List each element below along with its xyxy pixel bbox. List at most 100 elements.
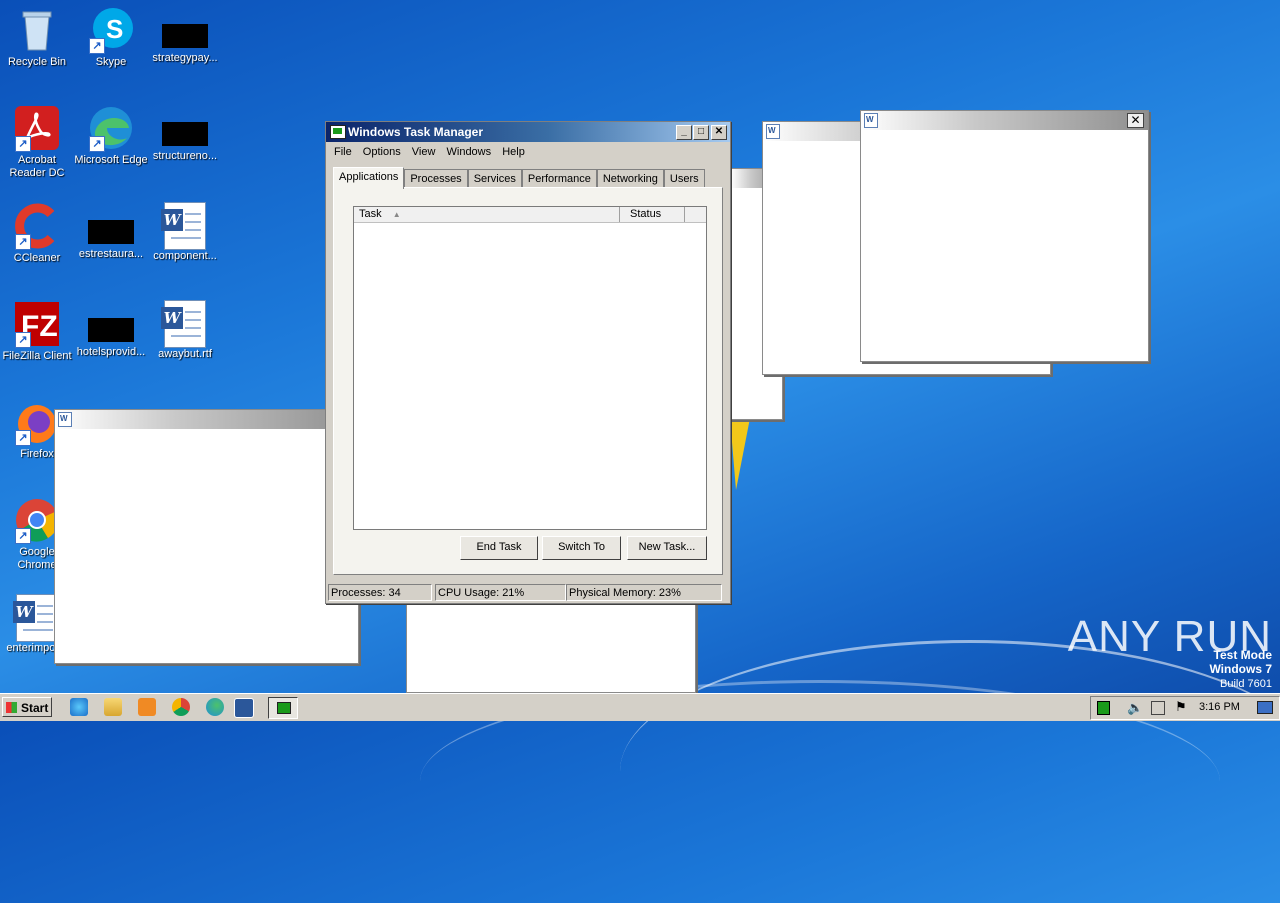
desktop-icon-label: FileZilla Client [2,350,72,362]
cpu-meter-icon[interactable] [1097,701,1110,715]
wallpaper-logo-fragment [730,418,750,490]
tab-performance[interactable]: Performance [521,169,597,188]
task-manager-icon [330,125,346,139]
background-window[interactable] [406,590,696,693]
status-processes: Processes: 34 [328,584,432,601]
desktop-icon-label: awaybut.rtf [158,348,212,360]
desktop-icon-label: estrestaura... [78,248,144,260]
desktop-icon-skype[interactable]: S ↗ Skype [74,6,148,69]
background-window[interactable]: ✕ [860,110,1149,362]
action-center-flag-icon[interactable]: ⚑ [1175,699,1187,715]
desktop-icon-ccleaner[interactable]: ↗ CCleaner [0,202,74,265]
media-player-icon[interactable] [138,698,156,716]
word-document-icon: W [13,594,58,642]
task-manager-taskbar-button[interactable] [268,697,298,719]
taskbar: Start 🔈 ⚑ 3:16 PM [0,693,1280,721]
menu-help[interactable]: Help [502,146,525,158]
sort-ascending-icon: ▲ [392,210,401,219]
desktop-icon-label: Acrobat Reader DC [9,154,65,179]
skype-icon: S ↗ [87,6,135,54]
redacted-file-icon [162,24,208,48]
word-taskbar-icon[interactable] [234,698,254,718]
desktop-icon-edge[interactable]: ↗ Microsoft Edge [74,104,148,167]
desktop-icon-strategypay[interactable]: strategypay... [148,6,222,65]
word-icon [766,124,780,139]
file-explorer-icon[interactable] [104,698,122,716]
minimize-button[interactable]: _ [676,125,692,140]
desktop-icon-label: hotelsprovid... [76,346,146,358]
desktop-icon-label: strategypay... [152,52,218,64]
task-list[interactable]: Task ▲ Status [353,206,707,530]
column-header-status[interactable]: Status [625,207,685,222]
edge-taskbar-icon[interactable] [206,698,224,716]
system-tray: 🔈 ⚑ 3:16 PM [1090,696,1280,720]
status-cpu-usage: CPU Usage: 21% [435,584,566,601]
desktop-icon-label: component... [153,250,217,262]
window-titlebar[interactable]: ✕ [861,111,1148,130]
window-titlebar[interactable] [55,410,358,429]
edge-icon: ↗ [87,104,135,152]
menu-file[interactable]: File [334,146,352,158]
task-list-header: Task ▲ Status [354,207,706,223]
menu-bar: File Options View Windows Help [326,142,730,162]
word-document-icon: W [161,202,206,250]
window-title: Windows Task Manager [348,125,484,139]
windows-version-label: Windows 7 [1209,662,1272,676]
desktop-icon-recycle-bin[interactable]: Recycle Bin [0,6,74,69]
word-icon [58,412,72,427]
applications-panel: Task ▲ Status End Task Switch To New Tas… [333,187,723,575]
internet-explorer-icon[interactable] [70,698,88,716]
test-mode-label: Test Mode [1213,648,1272,662]
redacted-file-icon [162,122,208,146]
task-manager-titlebar[interactable]: Windows Task Manager _ □ ✕ [326,122,730,142]
tab-applications[interactable]: Applications [333,167,405,189]
acrobat-icon: ↗ [13,104,61,152]
tab-users[interactable]: Users [663,169,705,188]
redacted-file-icon [88,220,134,244]
task-manager-window[interactable]: Windows Task Manager _ □ ✕ File Options … [325,121,731,604]
recycle-bin-icon [13,6,61,54]
volume-icon[interactable]: 🔈 [1127,700,1143,716]
end-task-button[interactable]: End Task [460,536,538,560]
desktop-icon-filezilla[interactable]: FZ ↗ FileZilla Client [0,300,74,363]
switch-to-button[interactable]: Switch To [542,536,621,560]
column-header-task[interactable]: Task ▲ [354,207,620,222]
task-manager-icon [277,702,291,714]
background-window[interactable] [54,409,359,664]
menu-options[interactable]: Options [363,146,401,158]
network-icon[interactable] [1151,701,1165,715]
desktop-icon-label: Recycle Bin [7,56,67,68]
tab-networking[interactable]: Networking [596,169,664,188]
redacted-file-icon [88,318,134,342]
svg-text:S: S [106,14,123,44]
status-physical-memory: Physical Memory: 23% [566,584,722,601]
status-bar: Processes: 34 CPU Usage: 21% Physical Me… [328,584,726,601]
word-document-icon: W [161,300,206,348]
tab-strip: Applications Processes Services Performa… [333,167,705,189]
desktop-icon-acrobat[interactable]: ↗ Acrobat Reader DC [0,104,74,180]
tab-processes[interactable]: Processes [404,169,468,188]
desktop-icon-label: CCleaner [13,252,61,264]
word-icon [864,113,878,128]
tab-services[interactable]: Services [467,169,522,188]
close-icon[interactable]: ✕ [1127,113,1144,128]
close-button[interactable]: ✕ [711,125,727,140]
build-label: Build 7601 [1220,678,1272,690]
start-button[interactable]: Start [2,697,52,717]
desktop-icon-component[interactable]: W component... [148,202,222,263]
menu-windows[interactable]: Windows [447,146,492,158]
desktop-icon-structureno[interactable]: structureno... [148,104,222,163]
desktop-icon-estrestaura[interactable]: estrestaura... [74,202,148,261]
desktop-icon-label: Skype [95,56,127,68]
new-task-button[interactable]: New Task... [627,536,707,560]
chrome-taskbar-icon[interactable] [172,698,190,716]
desktop-icon-label: Microsoft Edge [74,154,148,166]
maximize-button[interactable]: □ [693,125,709,140]
desktop-icon-awaybut[interactable]: W awaybut.rtf [148,300,222,361]
desktop-icon-hotelsprovid[interactable]: hotelsprovid... [74,300,148,359]
menu-view[interactable]: View [412,146,436,158]
filezilla-icon: FZ ↗ [13,300,61,348]
desktop-icon-label: structureno... [152,150,218,162]
clock[interactable]: 3:16 PM [1199,701,1240,713]
show-desktop-icon[interactable] [1257,701,1273,714]
